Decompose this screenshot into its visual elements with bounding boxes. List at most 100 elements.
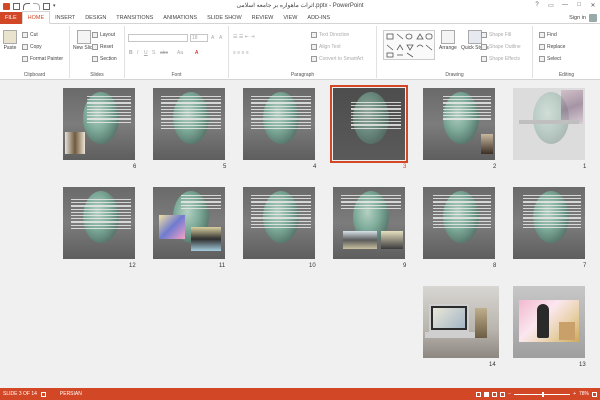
font-size-combo[interactable]: 18: [190, 34, 208, 42]
format-painter-button[interactable]: Format Painter: [22, 56, 63, 62]
ribbon-display-button[interactable]: ▭: [544, 0, 558, 10]
paint-bucket-icon: [481, 32, 487, 38]
slide-image: [159, 215, 185, 239]
slide-number-12: 12: [129, 263, 136, 269]
shrink-font-icon[interactable]: A: [219, 35, 222, 41]
sign-in-link[interactable]: Sign in: [569, 15, 586, 21]
reset-button[interactable]: Reset: [92, 44, 113, 50]
zoom-level[interactable]: 78%: [579, 391, 589, 397]
copy-button[interactable]: Copy: [22, 44, 42, 50]
section-button[interactable]: Section: [92, 56, 117, 62]
effects-icon: [481, 56, 487, 62]
avatar[interactable]: [589, 14, 597, 22]
tab-add-ins[interactable]: ADD-INS: [302, 12, 335, 24]
slide-image: [191, 227, 221, 251]
shadow-button[interactable]: S: [152, 50, 155, 56]
reset-icon: [92, 44, 98, 50]
tab-review[interactable]: REVIEW: [247, 12, 279, 24]
grow-font-icon[interactable]: A: [211, 35, 214, 41]
slide-thumb-5[interactable]: [153, 88, 225, 160]
align-text-button[interactable]: Align Text: [311, 44, 341, 50]
status-bar: SLIDE 3 OF 14 PERSIAN − + 78%: [0, 388, 600, 400]
slide-thumb-1[interactable]: [513, 88, 585, 160]
slide-thumb-10[interactable]: [243, 187, 315, 259]
spellcheck-icon[interactable]: [40, 391, 46, 397]
slide-image: [481, 134, 493, 154]
cut-button[interactable]: Cut: [22, 32, 38, 38]
slide-thumb-7[interactable]: [513, 187, 585, 259]
zoom-out-icon[interactable]: −: [508, 391, 511, 397]
tab-slide-show[interactable]: SLIDE SHOW: [202, 12, 247, 24]
reading-view-icon[interactable]: [492, 391, 498, 397]
shape-outline-button[interactable]: Shape Outline: [481, 44, 521, 50]
slide-thumb-9[interactable]: [333, 187, 405, 259]
font-color-icon[interactable]: A: [195, 50, 198, 56]
shapes-gallery[interactable]: [383, 30, 435, 60]
zoom-in-icon[interactable]: +: [573, 391, 576, 397]
slide-thumb-14[interactable]: [423, 286, 499, 358]
bullets-icon[interactable]: ☰ ☰ ⇤ ⇥: [233, 34, 255, 40]
slide-thumb-3[interactable]: [330, 85, 408, 163]
language-indicator[interactable]: PERSIAN: [60, 391, 82, 397]
slide-thumb-8[interactable]: [423, 187, 495, 259]
italic-button[interactable]: I: [137, 50, 138, 56]
person-image: [559, 322, 575, 340]
slide-thumb-12[interactable]: [63, 187, 135, 259]
tab-animations[interactable]: ANIMATIONS: [158, 12, 202, 24]
shape-fill-button[interactable]: Shape Fill: [481, 32, 511, 38]
drawing-group: Arrange Quick Styles Shape Fill Shape Ou…: [377, 26, 533, 78]
convert-smartart-button[interactable]: Convert to SmartArt: [311, 56, 363, 62]
font-name-combo[interactable]: [128, 34, 188, 42]
slides-group: New Slide Layout Reset Section Slides: [70, 26, 125, 78]
zoom-slider[interactable]: [514, 391, 571, 397]
change-case-button[interactable]: Aa: [177, 50, 183, 56]
smartart-icon: [311, 56, 317, 62]
strikethrough-button[interactable]: abc: [160, 50, 168, 56]
help-button[interactable]: ?: [530, 0, 544, 10]
paste-button[interactable]: Paste: [3, 30, 17, 51]
paintbrush-icon: [22, 56, 28, 62]
maximize-button[interactable]: □: [572, 0, 586, 10]
arrange-button[interactable]: Arrange: [439, 30, 457, 51]
tab-home[interactable]: HOME: [21, 11, 51, 24]
replace-button[interactable]: Replace: [539, 44, 565, 50]
minimize-button[interactable]: —: [558, 0, 572, 10]
slide-number-7: 7: [583, 263, 587, 269]
slide-thumb-6[interactable]: [63, 88, 135, 160]
editing-label: Editing: [558, 72, 575, 78]
slide-number-9: 9: [403, 263, 407, 269]
binoculars-icon: [539, 32, 545, 38]
paragraph-group: ☰ ☰ ⇤ ⇥ ≡ ≡ ≡ ≡ Text Direction Align Tex…: [229, 26, 377, 78]
underline-button[interactable]: U: [144, 50, 148, 56]
shape-effects-button[interactable]: Shape Effects: [481, 56, 520, 62]
replace-icon: [539, 44, 545, 50]
slide-thumb-13[interactable]: [513, 286, 585, 358]
slides-label: Slides: [90, 72, 104, 78]
fit-to-window-icon[interactable]: [592, 391, 597, 397]
slide-number-4: 4: [313, 164, 317, 170]
slide-thumb-2[interactable]: [423, 88, 495, 160]
normal-view-icon[interactable]: [476, 391, 482, 397]
text-direction-button[interactable]: Text Direction: [311, 32, 349, 38]
align-icons[interactable]: ≡ ≡ ≡ ≡: [233, 50, 249, 56]
tab-insert[interactable]: INSERT: [50, 12, 80, 24]
tab-transitions[interactable]: TRANSITIONS: [111, 12, 158, 24]
slide-thumb-11[interactable]: [153, 187, 225, 259]
ribbon-tabs: FILE HOME INSERT DESIGN TRANSITIONS ANIM…: [0, 11, 600, 24]
shapes-icon: [386, 33, 433, 58]
slide-number-13: 13: [579, 362, 586, 368]
select-button[interactable]: Select: [539, 56, 561, 62]
laptop-base: [425, 332, 477, 338]
tab-file[interactable]: FILE: [0, 11, 22, 24]
slideshow-view-icon[interactable]: [500, 391, 506, 397]
tab-design[interactable]: DESIGN: [80, 12, 111, 24]
close-button[interactable]: ✕: [586, 0, 600, 10]
bold-button[interactable]: B: [129, 50, 133, 56]
slide-thumb-4[interactable]: [243, 88, 315, 160]
layout-button[interactable]: Layout: [92, 32, 115, 38]
zoom-slider-knob[interactable]: [542, 391, 545, 397]
slide-sorter-view-icon[interactable]: [484, 391, 490, 397]
tab-view[interactable]: VIEW: [278, 12, 302, 24]
find-button[interactable]: Find: [539, 32, 557, 38]
clipboard-group: Paste Cut Copy Format Painter Clipboard: [0, 26, 70, 78]
